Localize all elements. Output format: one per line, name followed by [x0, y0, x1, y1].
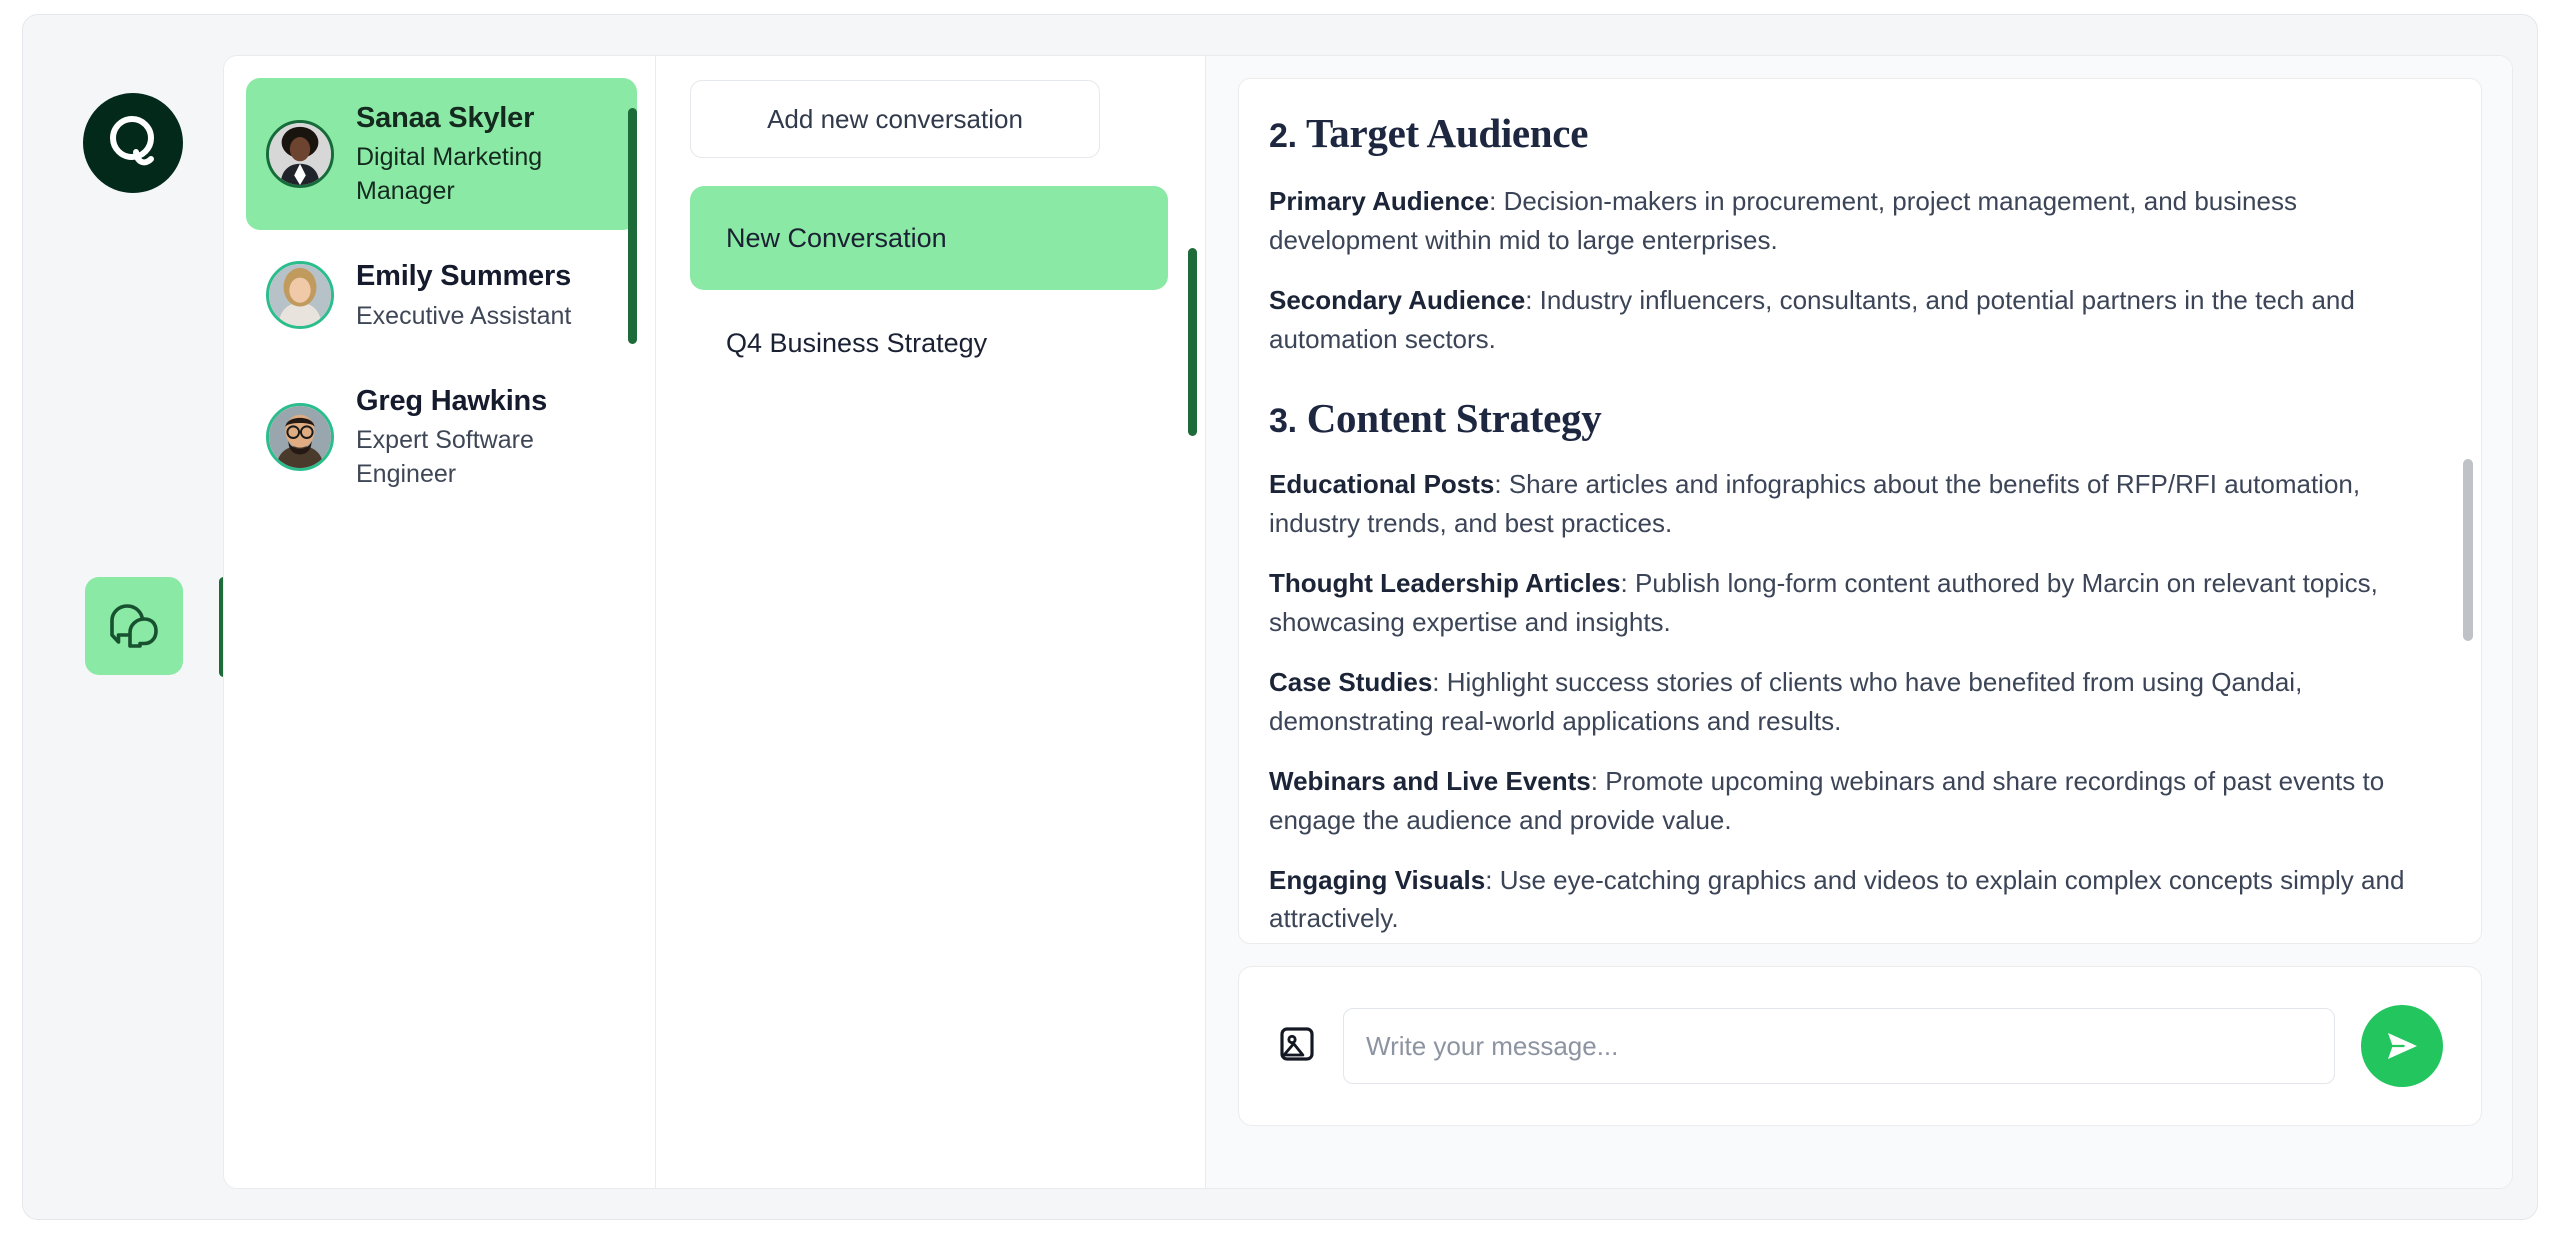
section-number: 2. [1269, 117, 1297, 155]
paragraph: Webinars and Live Events: Promote upcomi… [1269, 762, 2443, 839]
contact-item[interactable]: Emily Summers Executive Assistant [246, 236, 637, 354]
contact-name: Greg Hawkins [356, 384, 547, 417]
section-heading: 3. Content Strategy [1269, 394, 2443, 443]
paragraph-lead: Secondary Audience [1269, 285, 1526, 316]
paragraph: Case Studies: Highlight success stories … [1269, 663, 2443, 740]
contact-name: Sanaa Skyler [356, 102, 535, 134]
chat-panel: 2. Target Audience Primary Audience: Dec… [1206, 56, 2512, 1188]
paragraph: Educational Posts: Share articles and in… [1269, 465, 2443, 542]
paragraph-lead: Case Studies [1269, 667, 1433, 698]
message-input[interactable] [1343, 1008, 2335, 1084]
contacts-panel: Sanaa Skyler Digital Marketing Manager E… [224, 56, 656, 1188]
contact-role: Executive Assistant [356, 301, 572, 330]
avatar [266, 402, 334, 471]
send-paper-plane-icon [2382, 1026, 2422, 1066]
app-window: Sanaa Skyler Digital Marketing Manager E… [22, 14, 2538, 1220]
contact-role: Expert Software Engineer [356, 425, 534, 488]
qandai-logo-icon [83, 93, 183, 193]
conversations-scrollbar[interactable] [1188, 248, 1197, 436]
paragraph: Secondary Audience: Industry influencers… [1269, 281, 2443, 358]
contact-role: Digital Marketing Manager [356, 143, 543, 206]
section-heading: 2. Target Audience [1269, 109, 2443, 158]
paragraph: Thought Leadership Articles: Publish lon… [1269, 564, 2443, 641]
send-button[interactable] [2361, 1005, 2443, 1087]
contact-item[interactable]: Sanaa Skyler Digital Marketing Manager [246, 78, 637, 231]
avatar [266, 261, 334, 330]
conversations-panel: Add new conversation New Conversation Q4… [656, 56, 1206, 1188]
add-new-conversation-button[interactable]: Add new conversation [690, 80, 1100, 158]
assistant-message: 2. Target Audience Primary Audience: Dec… [1238, 78, 2482, 944]
section-title: Target Audience [1305, 110, 1589, 156]
section-number: 3. [1269, 402, 1297, 441]
paragraph-lead: Webinars and Live Events [1269, 766, 1591, 797]
section-title: Content Strategy [1306, 395, 1602, 442]
paragraph-lead: Educational Posts [1269, 469, 1495, 500]
image-icon[interactable] [1277, 1024, 1317, 1069]
contacts-scrollbar[interactable] [628, 108, 637, 344]
avatar [266, 120, 334, 189]
message-scrollbar[interactable] [2463, 459, 2473, 641]
icon-rail [23, 15, 228, 1219]
paragraph: Engaging Visuals: Use eye-catching graph… [1269, 861, 2443, 938]
contact-item[interactable]: Greg Hawkins Expert Software Engineer [246, 361, 637, 513]
paragraph: Primary Audience: Decision-makers in pro… [1269, 182, 2443, 259]
paragraph-lead: Engaging Visuals [1269, 865, 1486, 895]
contact-name: Emily Summers [356, 260, 571, 293]
paragraph-lead: Primary Audience [1269, 186, 1490, 217]
message-composer [1238, 966, 2482, 1126]
paragraph-lead: Thought Leadership Articles [1269, 568, 1621, 599]
main-card: Sanaa Skyler Digital Marketing Manager E… [223, 55, 2513, 1189]
conversation-item[interactable]: New Conversation [690, 186, 1168, 290]
conversation-item[interactable]: Q4 Business Strategy [690, 312, 1168, 374]
chat-bubbles-icon[interactable] [85, 577, 183, 675]
